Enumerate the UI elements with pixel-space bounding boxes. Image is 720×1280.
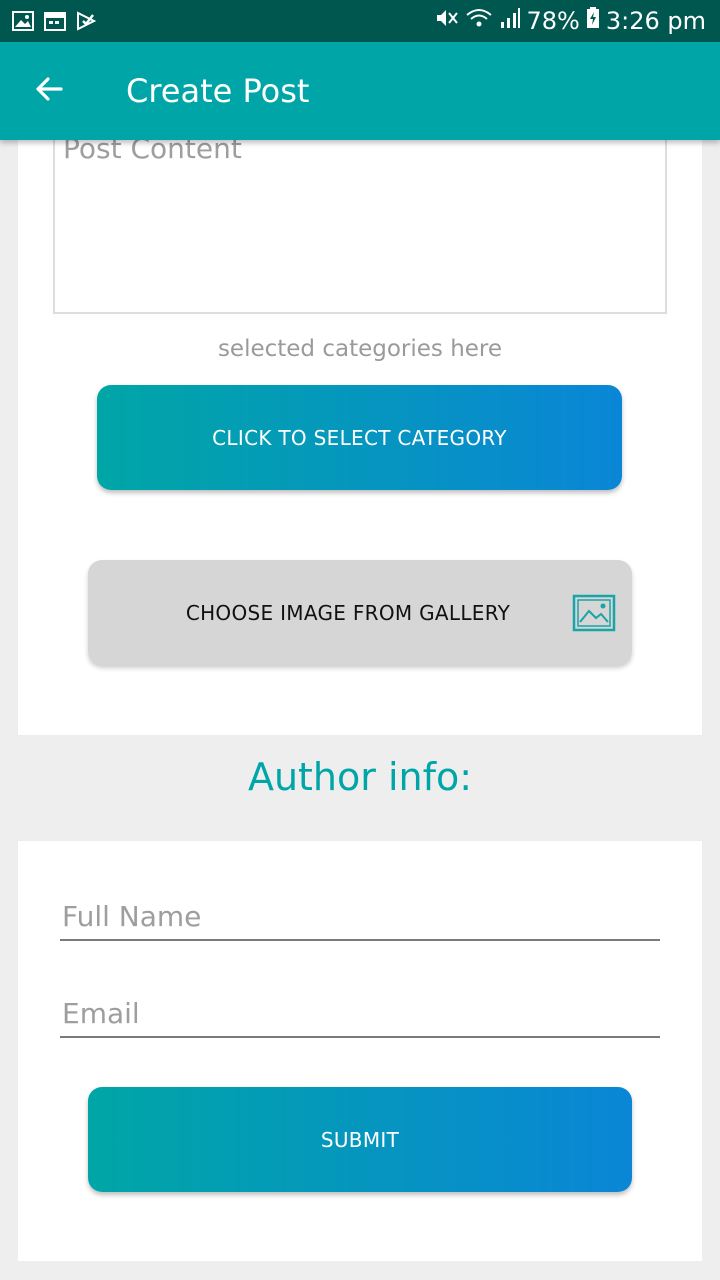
status-right: 78% 3:26 pm xyxy=(435,7,706,35)
calendar-icon xyxy=(44,11,66,31)
page-title: Create Post xyxy=(126,72,310,110)
battery-icon xyxy=(586,7,600,35)
wifi-icon xyxy=(465,7,493,35)
full-name-field[interactable] xyxy=(60,893,660,941)
back-button[interactable] xyxy=(0,42,98,140)
status-left-icons xyxy=(12,11,98,31)
selected-categories-text: selected categories here xyxy=(217,336,503,362)
app-bar: Create Post xyxy=(0,42,720,140)
clock: 3:26 pm xyxy=(605,7,706,35)
post-form-card: selected categories here CLICK TO SELECT… xyxy=(18,140,702,735)
author-info-heading: Author info: xyxy=(247,755,473,799)
choose-image-label: CHOOSE IMAGE FROM GALLERY xyxy=(185,600,511,625)
status-bar: 78% 3:26 pm xyxy=(0,0,720,42)
arrow-back-icon xyxy=(33,73,65,109)
battery-percent: 78% xyxy=(526,7,580,35)
author-form-card: SUBMIT xyxy=(18,841,702,1261)
image-icon xyxy=(572,594,616,632)
email-field[interactable] xyxy=(60,990,660,1038)
check-icon xyxy=(76,11,98,31)
submit-button[interactable]: SUBMIT xyxy=(88,1087,632,1192)
post-content-input[interactable] xyxy=(53,140,667,314)
mute-icon xyxy=(435,7,459,35)
gallery-icon xyxy=(12,11,34,31)
signal-icon xyxy=(499,7,521,35)
choose-image-button[interactable]: CHOOSE IMAGE FROM GALLERY xyxy=(88,560,632,665)
select-category-button[interactable]: CLICK TO SELECT CATEGORY xyxy=(97,385,622,490)
